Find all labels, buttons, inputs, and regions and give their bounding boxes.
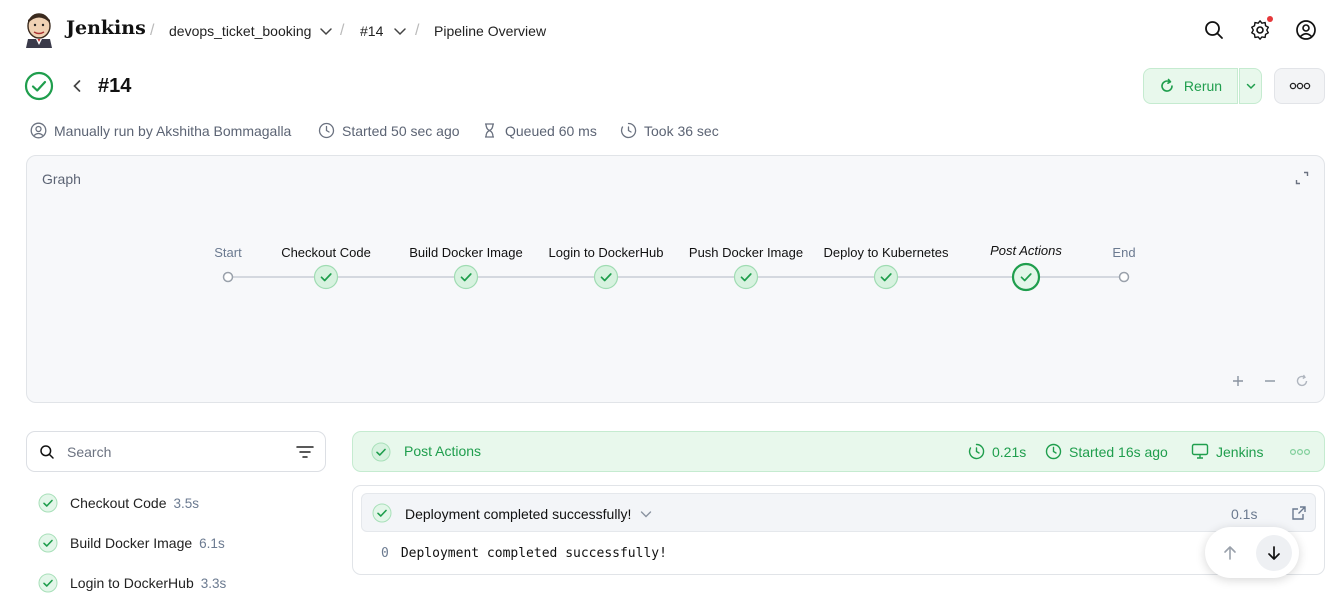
more-horizontal-icon	[1289, 82, 1310, 90]
scroll-to-top-button[interactable]	[1212, 535, 1248, 571]
timer-icon	[620, 122, 637, 139]
graph-node-label: Deploy to Kubernetes	[823, 245, 949, 260]
scroll-to-bottom-button[interactable]	[1256, 534, 1292, 571]
graph-stage-node[interactable]	[593, 264, 619, 290]
more-actions-button[interactable]	[1274, 68, 1325, 104]
stage-list-item[interactable]: Login to DockerHub 3.3s	[38, 572, 226, 594]
selected-stage-duration: 0.21s	[968, 443, 1026, 460]
selected-stage-started: Started 16s ago	[1045, 443, 1168, 460]
hourglass-icon	[485, 123, 494, 138]
run-duration: Took 36 sec	[620, 122, 719, 139]
arrow-up-icon	[1224, 545, 1236, 560]
success-icon	[371, 442, 391, 462]
reset-zoom-icon[interactable]	[1295, 374, 1309, 388]
graph-node-label: Start	[214, 245, 242, 260]
pipeline-graph: Graph Start Checkout Code Build Docker Ima…	[26, 155, 1325, 403]
log-line: 0 Deployment completed successfully!	[381, 546, 667, 561]
success-icon	[38, 533, 58, 553]
filter-icon[interactable]	[296, 445, 314, 459]
more-horizontal-icon[interactable]	[1289, 448, 1311, 456]
run-queued: Queued 60 ms	[481, 122, 597, 139]
graph-node-end	[1118, 271, 1130, 283]
rerun-label: Rerun	[1183, 78, 1223, 94]
graph-node-start	[222, 271, 234, 283]
search-icon[interactable]	[1203, 19, 1225, 41]
pipeline-graph-canvas: Start Checkout Code Build Docker Image Logi…	[214, 243, 1136, 292]
run-trigger: Manually run by Akshitha Bommagalla	[30, 122, 291, 139]
stage-list-item[interactable]: Build Docker Image 6.1s	[38, 532, 225, 554]
computer-icon	[1191, 443, 1209, 459]
breadcrumb-separator: /	[340, 22, 345, 39]
arrow-down-icon	[1268, 545, 1280, 560]
scroll-controls	[1205, 527, 1299, 578]
jenkins-logo-icon[interactable]	[24, 12, 54, 48]
search-icon	[40, 445, 54, 459]
log-line-number: 0	[381, 546, 389, 561]
zoom-out-icon[interactable]	[1263, 374, 1277, 388]
notification-dot	[1267, 16, 1273, 22]
graph-node-label: Build Docker Image	[409, 245, 522, 260]
success-icon	[38, 493, 58, 513]
breadcrumb-separator: /	[415, 22, 420, 39]
selected-stage-header: Post Actions 0.21s Started 16s ago Jenki…	[352, 431, 1325, 472]
rerun-options-button[interactable]	[1239, 68, 1262, 104]
zoom-in-icon[interactable]	[1231, 374, 1245, 388]
run-started: Started 50 sec ago	[318, 122, 460, 139]
step-row[interactable]: Deployment completed successfully! 0.1s	[361, 493, 1316, 532]
graph-node-label: Push Docker Image	[689, 245, 803, 260]
search-input[interactable]	[67, 442, 267, 462]
graph-node-label: End	[1112, 245, 1135, 260]
chevron-down-icon[interactable]	[393, 24, 407, 38]
breadcrumb-run[interactable]: #14	[360, 23, 383, 39]
gear-icon[interactable]	[1249, 19, 1271, 41]
log-line-text: Deployment completed successfully!	[400, 546, 667, 561]
refresh-icon	[1161, 78, 1173, 92]
graph-stage-node[interactable]	[733, 264, 759, 290]
breadcrumb-separator: /	[150, 22, 155, 39]
graph-node-label: Post Actions	[990, 243, 1062, 258]
graph-node-label: Checkout Code	[281, 245, 371, 260]
timer-icon	[968, 443, 985, 460]
external-link-icon[interactable]	[1291, 505, 1307, 521]
selected-stage-name: Post Actions	[404, 443, 482, 459]
breadcrumb-page: Pipeline Overview	[434, 23, 547, 39]
graph-stage-node[interactable]	[313, 264, 339, 290]
success-icon	[372, 503, 392, 523]
user-circle-icon	[30, 122, 47, 139]
run-title: #14	[98, 75, 132, 97]
success-icon	[38, 573, 58, 593]
stage-search	[26, 431, 326, 472]
success-status-icon	[24, 71, 54, 101]
back-chevron-icon[interactable]	[70, 79, 84, 93]
step-title: Deployment completed successfully!	[405, 506, 632, 522]
chevron-down-icon	[1246, 83, 1255, 90]
top-bar: Jenkins / devops_ticket_booking / #14 / …	[0, 0, 1341, 62]
graph-stage-node[interactable]	[873, 264, 899, 290]
step-log-panel: Deployment completed successfully! 0.1s …	[352, 485, 1325, 575]
clock-icon	[318, 122, 335, 139]
user-account-icon[interactable]	[1295, 19, 1317, 41]
brand-name[interactable]: Jenkins	[66, 17, 146, 39]
graph-stage-node[interactable]	[453, 264, 479, 290]
clock-icon	[1045, 443, 1062, 460]
graph-stage-node[interactable]	[1011, 262, 1041, 292]
chevron-down-icon[interactable]	[639, 507, 653, 521]
step-duration: 0.1s	[1231, 506, 1258, 522]
rerun-button[interactable]: Rerun	[1143, 68, 1238, 104]
jenkins-pipeline-overview: Jenkins / devops_ticket_booking / #14 / …	[0, 0, 1341, 597]
selected-stage-agent[interactable]: Jenkins	[1191, 443, 1263, 460]
chevron-down-icon[interactable]	[319, 24, 333, 38]
graph-node-label: Login to DockerHub	[549, 245, 664, 260]
breadcrumb-job[interactable]: devops_ticket_booking	[169, 23, 311, 39]
stage-list-item[interactable]: Checkout Code 3.5s	[38, 492, 199, 514]
